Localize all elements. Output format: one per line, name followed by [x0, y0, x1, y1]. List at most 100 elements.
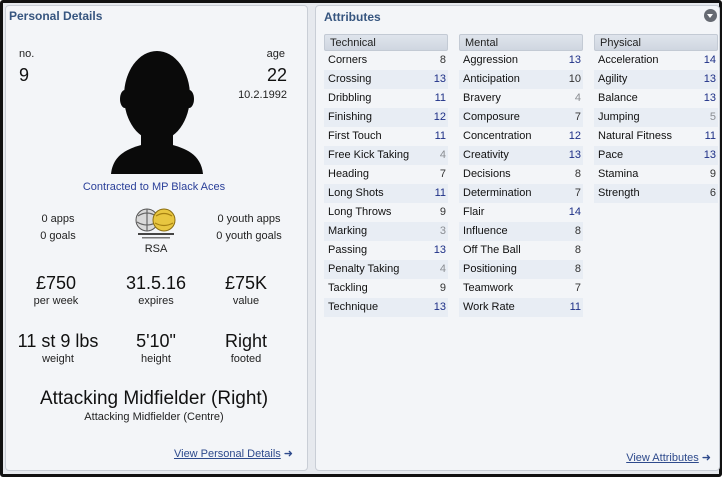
attribute-name: Heading	[328, 168, 369, 180]
attribute-name: Creativity	[463, 149, 509, 161]
attribute-row[interactable]: Bravery 4	[459, 89, 583, 108]
attribute-value: 13	[433, 73, 446, 85]
attribute-name: Flair	[463, 206, 485, 218]
attribute-row[interactable]: Flair 14	[459, 203, 583, 222]
attribute-row[interactable]: Decisions 8	[459, 165, 583, 184]
attribute-row[interactable]: Acceleration 14	[594, 51, 718, 70]
attribute-value: 13	[703, 73, 716, 85]
player-overview-screen: Personal Details no. 9 age 22 10.2.1992 …	[0, 0, 722, 477]
age-label: age	[266, 48, 285, 60]
technical-column: Technical Corners 8 Crossing 13 Dribbling 11 F…	[324, 34, 448, 317]
attribute-row[interactable]: Long Shots 11	[324, 184, 448, 203]
attribute-name: Long Throws	[328, 206, 392, 218]
attribute-row[interactable]: Natural Fitness 11	[594, 127, 718, 146]
attribute-name: Tackling	[328, 282, 368, 294]
attribute-name: Passing	[328, 244, 368, 256]
squad-number-label: no.	[19, 48, 35, 60]
contract-status: Contracted to MP Black Aces	[82, 181, 226, 193]
age-value: 22	[266, 65, 287, 85]
attribute-name: Dribbling	[328, 92, 372, 104]
attribute-row[interactable]: Crossing 13	[324, 70, 448, 89]
attribute-value: 9	[439, 206, 446, 218]
attribute-value: 8	[574, 168, 581, 180]
attribute-value: 6	[709, 187, 716, 199]
attribute-row[interactable]: Concentration 12	[459, 127, 583, 146]
attribute-row[interactable]: Tackling 9	[324, 279, 448, 298]
arrow-right-icon: ➜	[701, 452, 711, 464]
attribute-row[interactable]: Agility 13	[594, 70, 718, 89]
attribute-name: Decisions	[463, 168, 511, 180]
preferred-foot-label: footed	[230, 353, 262, 365]
attribute-value: 4	[439, 149, 446, 161]
panel-collapse-button[interactable]	[704, 9, 717, 22]
attribute-value: 13	[703, 92, 716, 104]
attribute-value: 11	[569, 301, 581, 313]
attribute-row[interactable]: Off The Ball 8	[459, 241, 583, 260]
column-header[interactable]: Physical	[594, 34, 718, 51]
attribute-value: 8	[574, 263, 581, 275]
attribute-name: Anticipation	[463, 73, 520, 85]
attribute-row[interactable]: Dribbling 11	[324, 89, 448, 108]
attribute-row[interactable]: Free Kick Taking 4	[324, 146, 448, 165]
attribute-row[interactable]: First Touch 11	[324, 127, 448, 146]
personal-details-panel: Personal Details no. 9 age 22 10.2.1992 …	[5, 5, 308, 471]
attribute-row[interactable]: Anticipation 10	[459, 70, 583, 89]
attribute-row[interactable]: Passing 13	[324, 241, 448, 260]
attribute-row[interactable]: Heading 7	[324, 165, 448, 184]
squad-number-value: 9	[19, 65, 30, 85]
attribute-name: Aggression	[463, 54, 519, 66]
column-header[interactable]: Mental	[459, 34, 583, 51]
attribute-name: Teamwork	[463, 282, 514, 294]
player-value: £75K	[224, 273, 268, 293]
attribute-row[interactable]: Jumping 5	[594, 108, 718, 127]
attribute-value: 13	[568, 149, 581, 161]
attribute-row[interactable]: Strength 6	[594, 184, 718, 203]
attribute-value: 8	[574, 244, 581, 256]
attribute-row[interactable]: Work Rate 11	[459, 298, 583, 317]
attribute-name: Acceleration	[598, 54, 659, 66]
attribute-name: Pace	[598, 149, 624, 161]
attribute-row[interactable]: Positioning 8	[459, 260, 583, 279]
attribute-value: 12	[433, 111, 446, 123]
attribute-row[interactable]: Determination 7	[459, 184, 583, 203]
view-attributes-link[interactable]: View Attributes ➜	[626, 451, 711, 464]
attributes-panel: Attributes Technical Corners 8 Crossing 13 D…	[315, 5, 720, 471]
attribute-row[interactable]: Teamwork 7	[459, 279, 583, 298]
preferred-foot-value: Right	[224, 331, 268, 351]
apps-count: 0 apps	[41, 213, 75, 225]
attribute-value: 7	[574, 111, 581, 123]
contract-expiry-label: expires	[138, 295, 174, 307]
attribute-row[interactable]: Creativity 13	[459, 146, 583, 165]
primary-position: Attacking Midfielder (Right)	[39, 388, 269, 409]
attribute-row[interactable]: Pace 13	[594, 146, 718, 165]
attribute-row[interactable]: Balance 13	[594, 89, 718, 108]
attribute-name: Positioning	[463, 263, 517, 275]
attribute-row[interactable]: Aggression 13	[459, 51, 583, 70]
attribute-value: 9	[709, 168, 716, 180]
attribute-row[interactable]: Penalty Taking 4	[324, 260, 448, 279]
attribute-value: 13	[433, 244, 446, 256]
attribute-value: 12	[568, 130, 581, 142]
attribute-row[interactable]: Composure 7	[459, 108, 583, 127]
attribute-row[interactable]: Stamina 9	[594, 165, 718, 184]
attribute-value: 5	[709, 111, 716, 123]
attribute-row[interactable]: Long Throws 9	[324, 203, 448, 222]
column-header[interactable]: Technical	[324, 34, 448, 51]
attribute-value: 8	[439, 54, 446, 66]
attribute-row[interactable]: Technique 13	[324, 298, 448, 317]
attribute-name: Corners	[328, 54, 368, 66]
secondary-position: Attacking Midfielder (Centre)	[84, 411, 224, 423]
attribute-name: Strength	[598, 187, 640, 199]
attribute-name: Crossing	[328, 73, 372, 85]
attribute-row[interactable]: Corners 8	[324, 51, 448, 70]
attribute-row[interactable]: Influence 8	[459, 222, 583, 241]
view-personal-details-link[interactable]: View Personal Details ➜	[174, 447, 293, 460]
attribute-name: Natural Fitness	[598, 130, 672, 142]
attribute-value: 4	[574, 92, 581, 104]
attribute-name: Jumping	[598, 111, 640, 123]
youth-apps-count: 0 youth apps	[217, 213, 281, 225]
attribute-value: 13	[433, 301, 446, 313]
attribute-row[interactable]: Finishing 12	[324, 108, 448, 127]
date-of-birth: 10.2.1992	[238, 89, 287, 101]
attribute-row[interactable]: Marking 3	[324, 222, 448, 241]
